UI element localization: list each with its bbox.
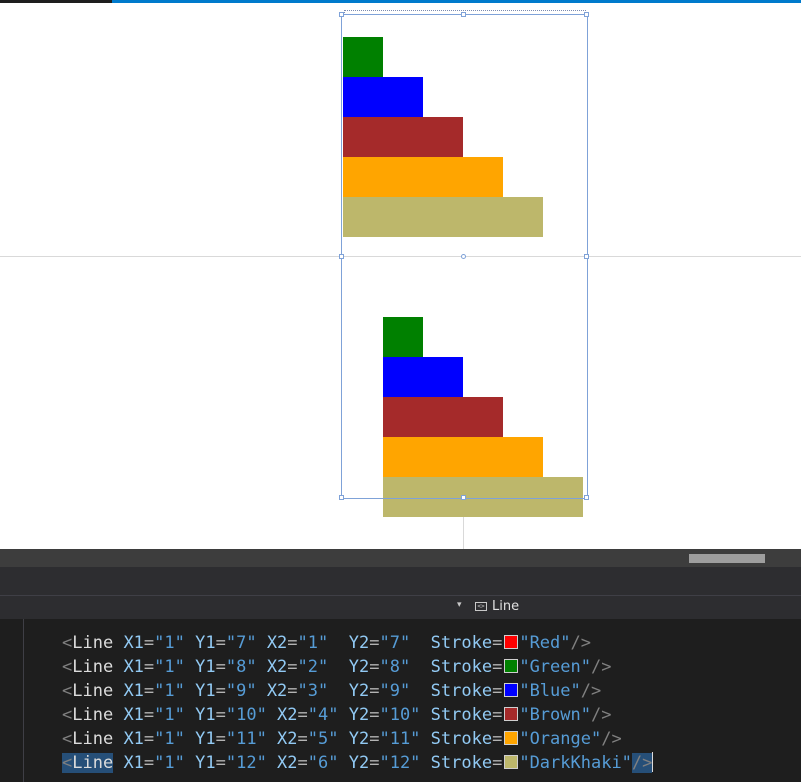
stroke-value: "Red" bbox=[519, 633, 571, 653]
y1-value: "7" bbox=[225, 633, 257, 653]
x1-value: "1" bbox=[154, 753, 185, 773]
dropdown-arrow-icon[interactable]: ▾ bbox=[457, 600, 462, 610]
y2-value: "11" bbox=[379, 729, 421, 749]
element-tag: Line bbox=[72, 633, 114, 653]
color-swatch-icon[interactable] bbox=[504, 659, 519, 673]
x1-value: "1" bbox=[154, 729, 185, 749]
resize-handle-left[interactable] bbox=[339, 254, 344, 259]
x1-value: "1" bbox=[154, 657, 185, 677]
color-swatch-icon[interactable] bbox=[504, 635, 519, 649]
y1-value: "12" bbox=[225, 753, 267, 773]
x2-value: "5" bbox=[307, 729, 339, 749]
element-tag: Line bbox=[72, 753, 114, 773]
x2-value: "4" bbox=[307, 705, 339, 725]
xaml-element-icon: <> bbox=[475, 602, 487, 611]
x2-value: "6" bbox=[307, 753, 339, 773]
color-swatch-icon[interactable] bbox=[504, 755, 519, 769]
navigation-bar: ▾ <> Line bbox=[0, 595, 801, 619]
center-handle[interactable] bbox=[461, 254, 466, 259]
x1-value: "1" bbox=[154, 681, 185, 701]
resize-handle-bottom[interactable] bbox=[461, 495, 466, 500]
y1-value: "8" bbox=[225, 657, 257, 677]
color-swatch-icon[interactable] bbox=[504, 707, 519, 721]
x2-value: "2" bbox=[297, 657, 329, 677]
y2-value: "12" bbox=[379, 753, 421, 773]
y2-value: "10" bbox=[379, 705, 421, 725]
code-line[interactable]: <Line X1="1" Y1="7" X2="1" Y2="7" Stroke… bbox=[62, 631, 591, 655]
resize-handle-top-left[interactable] bbox=[339, 12, 344, 17]
stroke-value: "Blue" bbox=[519, 681, 581, 701]
element-tag: Line bbox=[72, 681, 114, 701]
element-tag: Line bbox=[72, 705, 114, 725]
code-line[interactable]: <Line X1="1" Y1="8" X2="2" Y2="8" Stroke… bbox=[62, 655, 611, 679]
y1-value: "10" bbox=[225, 705, 267, 725]
y2-value: "7" bbox=[379, 633, 411, 653]
stroke-value: "Brown" bbox=[519, 705, 591, 725]
y1-value: "9" bbox=[225, 681, 257, 701]
element-tag: Line bbox=[72, 657, 114, 677]
x2-value: "1" bbox=[297, 633, 329, 653]
xaml-designer-canvas[interactable] bbox=[0, 3, 801, 549]
stroke-value: "Green" bbox=[519, 657, 591, 677]
code-line[interactable]: <Line X1="1" Y1="11" X2="5" Y2="11" Stro… bbox=[62, 727, 622, 751]
color-swatch-icon[interactable] bbox=[504, 683, 519, 697]
designer-toolbar bbox=[0, 567, 801, 595]
x1-value: "1" bbox=[154, 633, 185, 653]
resize-handle-top[interactable] bbox=[461, 12, 466, 17]
resize-handle-bottom-right[interactable] bbox=[584, 495, 589, 500]
xaml-code-editor[interactable]: <Line X1="1" Y1="7" X2="1" Y2="7" Stroke… bbox=[0, 619, 801, 782]
resize-handle-right[interactable] bbox=[584, 254, 589, 259]
y1-value: "11" bbox=[225, 729, 267, 749]
x1-value: "1" bbox=[154, 705, 185, 725]
element-selector[interactable]: Line bbox=[492, 599, 519, 614]
element-tag: Line bbox=[72, 729, 114, 749]
resize-handle-top-right[interactable] bbox=[584, 12, 589, 17]
y2-value: "9" bbox=[379, 681, 411, 701]
stroke-value: "DarkKhaki" bbox=[519, 753, 632, 773]
horizontal-scrollbar[interactable] bbox=[0, 549, 801, 567]
code-line[interactable]: <Line X1="1" Y1="9" X2="3" Y2="9" Stroke… bbox=[62, 679, 601, 703]
scrollbar-thumb[interactable] bbox=[689, 554, 765, 563]
code-line[interactable]: <Line X1="1" Y1="10" X2="4" Y2="10" Stro… bbox=[62, 703, 611, 727]
gutter-divider bbox=[23, 619, 24, 782]
color-swatch-icon[interactable] bbox=[504, 731, 519, 745]
resize-handle-bottom-left[interactable] bbox=[339, 495, 344, 500]
y2-value: "8" bbox=[379, 657, 411, 677]
stroke-value: "Orange" bbox=[519, 729, 602, 749]
text-caret bbox=[652, 752, 654, 772]
code-line[interactable]: <Line X1="1" Y1="12" X2="6" Y2="12" Stro… bbox=[62, 751, 654, 775]
x2-value: "3" bbox=[297, 681, 329, 701]
